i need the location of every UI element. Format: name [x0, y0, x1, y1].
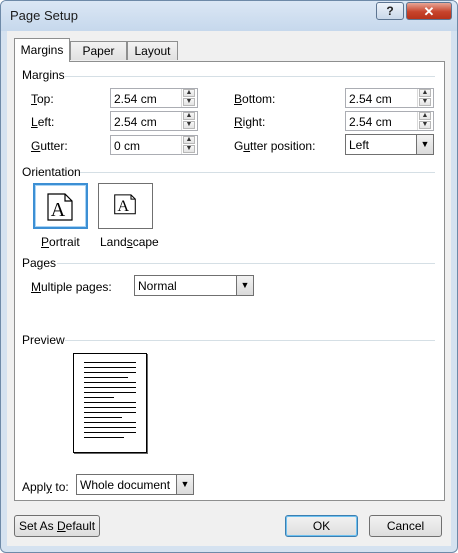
- apply-to-label: Apply to:: [22, 480, 69, 494]
- multiple-pages-select[interactable]: Normal ▼: [134, 275, 254, 296]
- preview-divider: [65, 340, 435, 341]
- tab-layout[interactable]: Layout: [127, 41, 178, 60]
- portrait-option[interactable]: A: [33, 183, 88, 229]
- preview-text-line: [84, 427, 136, 428]
- spin-up-icon[interactable]: ▲: [419, 89, 431, 97]
- set-as-default-button[interactable]: Set As Default: [14, 515, 100, 537]
- pages-group-label: Pages: [22, 256, 57, 270]
- chevron-down-icon[interactable]: ▼: [416, 135, 433, 154]
- preview-group-label: Preview: [22, 333, 65, 347]
- top-margin-value[interactable]: 2.54 cm: [114, 92, 157, 106]
- preview-text-line: [84, 437, 124, 438]
- title-bar: Page Setup ? ✕: [1, 1, 457, 31]
- help-button[interactable]: ?: [376, 2, 404, 20]
- preview-text-line: [84, 422, 136, 423]
- preview-text-line: [84, 412, 136, 413]
- preview-text-line: [84, 387, 136, 388]
- preview-text-line: [84, 397, 114, 398]
- spin-down-icon[interactable]: ▼: [183, 145, 195, 153]
- preview-text-line: [84, 382, 136, 383]
- preview-text-line: [84, 377, 128, 378]
- orientation-divider: [80, 172, 435, 173]
- top-margin-spinner[interactable]: 2.54 cm ▲ ▼: [110, 88, 198, 108]
- spin-down-icon[interactable]: ▼: [419, 98, 431, 106]
- portrait-page-icon: A: [47, 193, 73, 221]
- margins-divider: [65, 76, 435, 77]
- window-title: Page Setup: [10, 8, 78, 23]
- gutter-position-select[interactable]: Left ▼: [345, 134, 434, 155]
- spin-down-icon[interactable]: ▼: [183, 98, 195, 106]
- cancel-button[interactable]: Cancel: [369, 515, 442, 537]
- orientation-group-label: Orientation: [22, 165, 81, 179]
- bottom-margin-value[interactable]: 2.54 cm: [349, 92, 392, 106]
- landscape-letter: A: [117, 196, 129, 215]
- apply-to-select[interactable]: Whole document ▼: [76, 474, 194, 495]
- bottom-margin-spinner[interactable]: 2.54 cm ▲ ▼: [345, 88, 434, 108]
- preview-text-line: [84, 407, 136, 408]
- page-preview: [73, 353, 147, 453]
- preview-text-line: [84, 372, 136, 373]
- close-button[interactable]: ✕: [406, 2, 452, 20]
- pages-divider: [57, 263, 435, 264]
- preview-text-line: [84, 367, 136, 368]
- gutter-position-value: Left: [349, 138, 370, 152]
- portrait-letter: A: [51, 199, 66, 221]
- apply-to-value: Whole document: [80, 478, 171, 492]
- preview-text-line: [84, 417, 122, 418]
- top-label: Top:: [31, 92, 54, 106]
- tab-margins[interactable]: Margins: [14, 38, 70, 62]
- tab-paper[interactable]: Paper: [70, 41, 127, 60]
- landscape-page-icon: A: [114, 194, 136, 215]
- portrait-label[interactable]: Portrait: [41, 235, 80, 249]
- preview-text-line: [84, 432, 136, 433]
- chevron-down-icon[interactable]: ▼: [176, 475, 193, 494]
- chevron-down-icon[interactable]: ▼: [236, 276, 253, 295]
- right-label: Right:: [234, 115, 266, 129]
- left-margin-spinner[interactable]: 2.54 cm ▲ ▼: [110, 111, 198, 131]
- right-margin-spinner[interactable]: 2.54 cm ▲ ▼: [345, 111, 434, 131]
- gutter-position-label: Gutter position:: [234, 139, 316, 153]
- multiple-pages-value: Normal: [138, 279, 177, 293]
- bottom-label: Bottom:: [234, 92, 276, 106]
- spin-up-icon[interactable]: ▲: [183, 136, 195, 144]
- spin-up-icon[interactable]: ▲: [183, 89, 195, 97]
- spin-down-icon[interactable]: ▼: [419, 121, 431, 129]
- left-label: Left:: [31, 115, 55, 129]
- gutter-label: Gutter:: [31, 139, 68, 153]
- spin-down-icon[interactable]: ▼: [183, 121, 195, 129]
- multiple-pages-label: Multiple pages:: [31, 280, 112, 294]
- left-margin-value[interactable]: 2.54 cm: [114, 115, 157, 129]
- landscape-label[interactable]: Landscape: [100, 235, 159, 249]
- right-margin-value[interactable]: 2.54 cm: [349, 115, 392, 129]
- landscape-option[interactable]: A: [98, 183, 153, 229]
- gutter-value[interactable]: 0 cm: [114, 139, 140, 153]
- preview-text-line: [84, 402, 136, 403]
- preview-text-line: [84, 392, 136, 393]
- gutter-spinner[interactable]: 0 cm ▲ ▼: [110, 135, 198, 155]
- spin-up-icon[interactable]: ▲: [419, 112, 431, 120]
- ok-button[interactable]: OK: [285, 515, 358, 537]
- preview-text-line: [84, 362, 136, 363]
- margins-group-label: Margins: [22, 68, 65, 82]
- spin-up-icon[interactable]: ▲: [183, 112, 195, 120]
